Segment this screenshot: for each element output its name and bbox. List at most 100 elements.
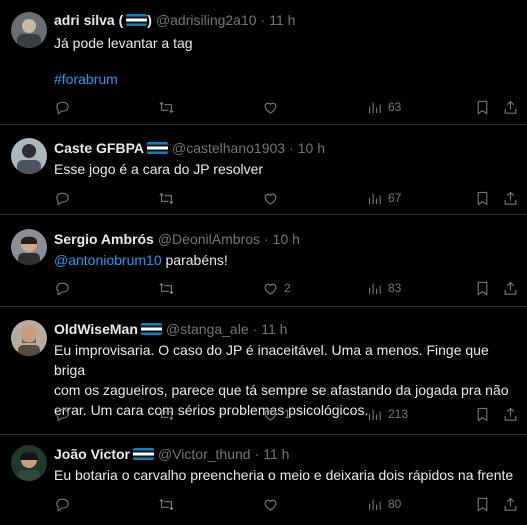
tweet-header: Caste GFBPA @castelhano1903 · 10 h bbox=[54, 140, 325, 156]
timestamp[interactable]: 10 h bbox=[298, 140, 325, 156]
retweet-icon bbox=[159, 408, 174, 420]
tweet[interactable]: Sergio Ambrós @DeonilAmbros · 10 h @anto… bbox=[0, 215, 527, 307]
retweet-button[interactable] bbox=[158, 188, 175, 208]
views-icon bbox=[368, 283, 381, 294]
like-button[interactable] bbox=[262, 188, 284, 208]
like-count: 1 bbox=[284, 407, 291, 421]
tweet-text: Eu botaria o carvalho preencheria o meio… bbox=[54, 465, 515, 485]
bookmark-button[interactable] bbox=[474, 494, 491, 514]
share-icon bbox=[504, 100, 517, 114]
like-icon bbox=[264, 499, 277, 511]
tweet-actions: 63 bbox=[54, 97, 517, 117]
avatar[interactable] bbox=[11, 229, 47, 265]
views-button[interactable]: 67 bbox=[366, 188, 401, 208]
tweet[interactable]: João Victor @Victor_thund · 11 h Eu bota… bbox=[0, 435, 527, 525]
retweet-button[interactable] bbox=[158, 278, 175, 298]
like-button[interactable]: 1 bbox=[262, 404, 291, 424]
retweet-button[interactable] bbox=[158, 404, 175, 424]
tweet-text-line: com os zagueiros, parece que tá sempre s… bbox=[54, 382, 509, 398]
view-count: 80 bbox=[388, 497, 402, 511]
views-icon bbox=[368, 409, 381, 420]
grêmio-flag-icon bbox=[126, 14, 147, 26]
grêmio-flag-icon bbox=[133, 448, 154, 460]
tweet-header: Sergio Ambrós @DeonilAmbros · 10 h bbox=[54, 231, 300, 247]
view-count: 213 bbox=[388, 407, 409, 421]
tweet-actions: 1 213 bbox=[54, 404, 517, 424]
views-button[interactable]: 213 bbox=[366, 404, 408, 424]
mention-link[interactable]: @antoniobrum10 bbox=[54, 252, 162, 268]
tweet-text: Já pode levantar a tag #forabrum bbox=[54, 33, 515, 89]
separator-dot: · bbox=[289, 140, 294, 156]
share-button[interactable] bbox=[502, 97, 519, 117]
bookmark-button[interactable] bbox=[474, 97, 491, 117]
tweet-header: adri silva ( ) @adrisiling2a10 · 11 h bbox=[54, 12, 295, 28]
user-handle[interactable]: @stanga_ale bbox=[166, 321, 249, 337]
display-name[interactable]: adri silva ( bbox=[54, 12, 123, 28]
like-button[interactable] bbox=[262, 494, 284, 514]
separator-dot: · bbox=[254, 446, 260, 462]
timestamp[interactable]: 11 h bbox=[261, 321, 287, 337]
timestamp[interactable]: 11 h bbox=[269, 12, 295, 28]
display-name[interactable]: Sergio Ambrós bbox=[54, 231, 154, 247]
like-count: 2 bbox=[284, 281, 291, 295]
user-handle[interactable]: @adrisiling2a10 bbox=[156, 12, 257, 28]
avatar[interactable] bbox=[11, 12, 47, 48]
timestamp[interactable]: 11 h bbox=[263, 446, 289, 462]
views-button[interactable]: 83 bbox=[366, 278, 401, 298]
hashtag-link[interactable]: #forabrum bbox=[54, 69, 515, 89]
display-name[interactable]: Caste GFBPA bbox=[54, 140, 144, 156]
retweet-icon bbox=[159, 192, 174, 204]
avatar[interactable] bbox=[11, 138, 47, 174]
reply-button[interactable] bbox=[54, 278, 71, 298]
reply-feed: adri silva ( ) @adrisiling2a10 · 11 h Já… bbox=[0, 0, 527, 525]
display-name[interactable]: OldWiseMan bbox=[54, 321, 138, 337]
reply-button[interactable] bbox=[54, 494, 71, 514]
tweet[interactable]: OldWiseMan @stanga_ale · 11 h Eu improvi… bbox=[0, 307, 527, 435]
retweet-button[interactable] bbox=[158, 494, 175, 514]
reply-icon bbox=[56, 498, 69, 512]
bookmark-icon bbox=[477, 281, 488, 296]
user-handle[interactable]: @DeonilAmbros bbox=[158, 231, 260, 247]
views-button[interactable]: 63 bbox=[366, 97, 401, 117]
like-button[interactable] bbox=[262, 97, 284, 117]
tweet-actions: 67 bbox=[54, 188, 517, 208]
bookmark-icon bbox=[477, 497, 488, 512]
share-icon bbox=[504, 281, 517, 295]
bookmark-button[interactable] bbox=[474, 188, 491, 208]
share-button[interactable] bbox=[502, 404, 519, 424]
reply-button[interactable] bbox=[54, 97, 71, 117]
view-count: 63 bbox=[388, 100, 402, 114]
share-button[interactable] bbox=[502, 494, 519, 514]
views-icon bbox=[368, 102, 381, 113]
like-icon bbox=[264, 102, 277, 114]
timestamp[interactable]: 10 h bbox=[273, 231, 300, 247]
tweet-text-line: Eu improvisaria. O caso do JP é inaceitá… bbox=[54, 342, 489, 378]
grêmio-flag-icon bbox=[141, 323, 162, 335]
display-name[interactable]: João Victor bbox=[54, 446, 130, 462]
share-icon bbox=[504, 407, 517, 421]
bookmark-button[interactable] bbox=[474, 404, 491, 424]
reply-icon bbox=[56, 101, 69, 115]
reply-button[interactable] bbox=[54, 404, 71, 424]
tweet-text-line: Esse jogo é a cara do JP resolver bbox=[54, 161, 264, 177]
tweet-text-line: Já pode levantar a tag bbox=[54, 35, 193, 51]
tweet-text-after-mention: parabéns! bbox=[161, 252, 228, 268]
view-count: 83 bbox=[388, 281, 402, 295]
like-icon bbox=[264, 409, 277, 421]
bookmark-button[interactable] bbox=[474, 278, 491, 298]
share-button[interactable] bbox=[502, 188, 519, 208]
avatar[interactable] bbox=[11, 445, 47, 481]
share-button[interactable] bbox=[502, 278, 519, 298]
like-icon bbox=[264, 193, 277, 205]
bookmark-icon bbox=[477, 407, 488, 422]
like-button[interactable]: 2 bbox=[262, 278, 291, 298]
retweet-button[interactable] bbox=[158, 97, 175, 117]
reply-button[interactable] bbox=[54, 188, 71, 208]
tweet[interactable]: adri silva ( ) @adrisiling2a10 · 11 h Já… bbox=[0, 0, 527, 125]
tweet[interactable]: Caste GFBPA @castelhano1903 · 10 h Esse … bbox=[0, 125, 527, 215]
user-handle[interactable]: @castelhano1903 bbox=[172, 140, 285, 156]
views-button[interactable]: 80 bbox=[366, 494, 401, 514]
user-handle[interactable]: @Victor_thund bbox=[158, 446, 251, 462]
bookmark-icon bbox=[477, 100, 488, 115]
avatar[interactable] bbox=[11, 320, 47, 356]
